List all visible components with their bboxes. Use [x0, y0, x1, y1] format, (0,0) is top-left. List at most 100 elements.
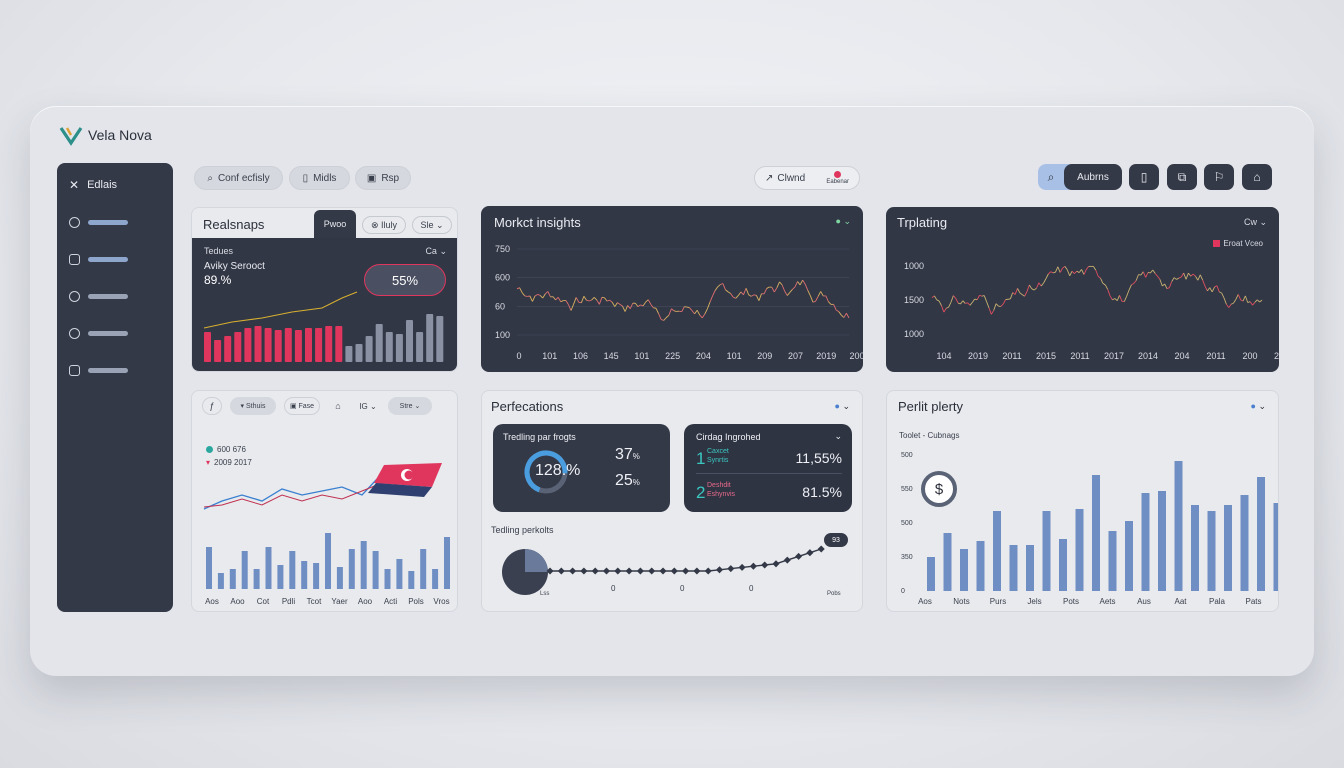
line-segment [1126, 289, 1130, 297]
trend-point [625, 567, 633, 575]
sidebar-item-briefcase[interactable] [57, 362, 173, 378]
bar [396, 559, 403, 589]
tab-3[interactable]: Sle ⌄ [412, 216, 452, 234]
x-tick-label: Pots [1063, 597, 1079, 606]
line-segment [1252, 301, 1256, 306]
line-segment [627, 305, 631, 310]
line-segment [969, 302, 973, 306]
bar [345, 346, 353, 362]
line-segment [1059, 267, 1063, 273]
profit-panel: Perlit plerty ● ⌄ Toolet - Cubnags 500 55… [886, 390, 1279, 612]
tab-active[interactable]: Pwoo [314, 210, 356, 238]
x-tick-label: 2015 [1036, 351, 1056, 361]
line-segment [1168, 281, 1173, 288]
mail-icon [69, 253, 80, 265]
x-tick-label: Pala [1209, 597, 1226, 606]
bar [1042, 511, 1051, 591]
lower-left-chart: Aos Aoo Cot Pdli Tcot Yaer Aoo Acti Pols Vros [203, 463, 450, 606]
sidebar-header[interactable]: ✕ Edlais [57, 177, 173, 193]
tab-2-label: Iluly [381, 220, 398, 230]
trading-panel: Trplating Cw ⌄ Eroat Vceo 1000 1500 1000 10… [886, 207, 1279, 372]
y-tick-label: 550 [901, 486, 913, 493]
report-label: Rsp [381, 172, 400, 184]
line-segment [1107, 289, 1111, 296]
sidebar-item-clock[interactable] [57, 325, 173, 341]
sidebar-item-settings[interactable] [57, 288, 173, 304]
trend-badge: 93 [824, 533, 848, 547]
line-segment [838, 311, 842, 316]
trend-point [591, 567, 599, 575]
line-segment [957, 302, 961, 305]
lock-button[interactable]: ▯ [1129, 164, 1159, 190]
line-segment [843, 313, 847, 318]
search-group[interactable]: ⌕ Aubrns [1038, 164, 1122, 190]
line-segment [1014, 288, 1018, 295]
trend-chart [502, 545, 825, 595]
line-segment [722, 283, 726, 290]
line-segment [1178, 276, 1182, 279]
line-segment [743, 288, 747, 295]
line-segment [1050, 271, 1054, 274]
line-segment [671, 308, 675, 312]
line-segment [955, 298, 959, 304]
line-segment [1048, 271, 1052, 275]
search-button[interactable]: Aubrns [1064, 164, 1122, 190]
brand-logo-icon [59, 127, 83, 146]
line-segment [704, 308, 708, 315]
line-segment [1074, 270, 1078, 274]
line-segment [1028, 284, 1033, 289]
bar [241, 551, 248, 589]
line-segment [1207, 287, 1211, 292]
line-segment [696, 310, 701, 316]
report-button[interactable]: ▣ Rsp [355, 166, 411, 190]
x-tick-label: 209 [757, 351, 772, 361]
line-segment [1226, 303, 1230, 308]
close-icon[interactable]: ✕ [69, 178, 79, 192]
line-segment [1112, 298, 1116, 301]
sidebar-item-chat[interactable] [57, 214, 173, 230]
line-segment [1135, 274, 1139, 281]
line-segment [1256, 299, 1260, 303]
x-tick-label: Pols [408, 597, 424, 606]
line-segment [1180, 272, 1185, 278]
x-tick-label: 106 [573, 351, 588, 361]
cloud-button[interactable]: ↗ Clwnd Eabenar [754, 166, 860, 190]
sidebar-item-mail[interactable] [57, 251, 173, 267]
bar [1240, 495, 1249, 591]
sidebar-item-bar [88, 256, 128, 262]
line-segment [1173, 277, 1177, 280]
line-segment [1204, 285, 1208, 292]
bar [993, 511, 1001, 591]
line-segment [1036, 282, 1040, 289]
line-segment [1026, 284, 1030, 292]
trend-point [636, 567, 644, 575]
flag-button[interactable]: ⚐ [1204, 164, 1234, 190]
line-segment [699, 314, 703, 319]
line-segment [730, 293, 734, 298]
search-icon[interactable]: ⌕ [1038, 170, 1064, 185]
line-segment [1235, 294, 1239, 300]
line-segment [573, 297, 577, 305]
bar [254, 326, 262, 362]
x-tick-label: Aoo [358, 597, 373, 606]
media-button[interactable]: ▯ Midls [289, 166, 350, 190]
bar [426, 314, 434, 362]
trend-point [704, 567, 712, 575]
tab-2[interactable]: ⊗ Iluly [362, 216, 406, 234]
line-segment [593, 297, 598, 301]
calendar-icon: ▣ [366, 172, 377, 184]
line-segment [941, 305, 945, 313]
line-segment [555, 297, 559, 301]
share-button[interactable]: ⧉ [1167, 164, 1197, 190]
line-segment [1221, 292, 1225, 299]
x-tick-label: 104 [936, 351, 951, 361]
line-segment [694, 310, 698, 315]
line-segment [544, 291, 549, 295]
bar [1191, 505, 1199, 591]
line-segment [1211, 286, 1215, 293]
search-filter-button[interactable]: ⌕ Conf ecfisly [194, 166, 283, 190]
line-segment [609, 299, 613, 303]
home-button[interactable]: ⌂ [1242, 164, 1272, 190]
line-segment [946, 306, 949, 309]
clock-icon [69, 327, 80, 339]
